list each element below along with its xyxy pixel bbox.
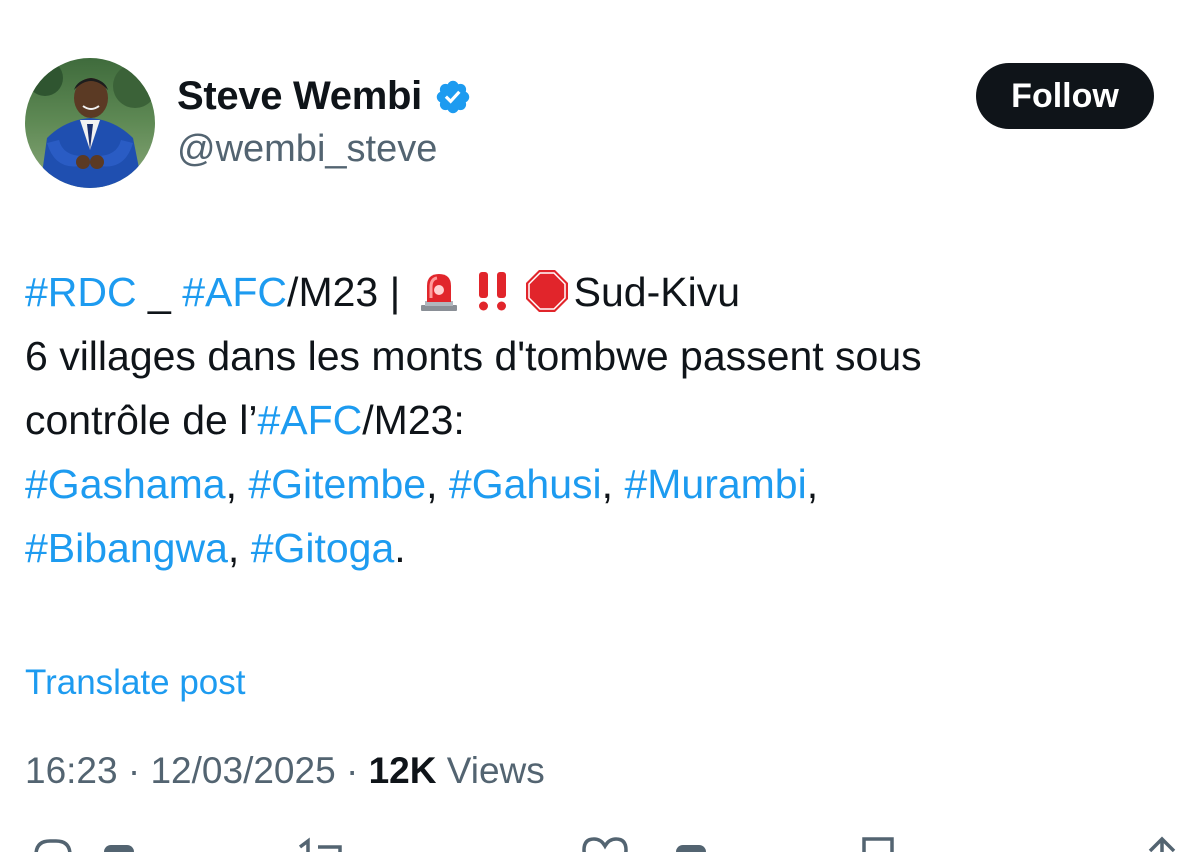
- repost-icon[interactable]: [296, 835, 352, 852]
- share-icon[interactable]: [1140, 835, 1184, 852]
- comma: ,: [601, 461, 625, 507]
- hashtag-rdc[interactable]: #RDC: [25, 269, 137, 315]
- views-label: Views: [436, 750, 545, 791]
- place-sud-kivu: Sud-Kivu: [573, 269, 741, 315]
- text-separator: _: [136, 269, 183, 315]
- hashtag-afc[interactable]: #AFC: [182, 269, 287, 315]
- tweet-meta: 16:23 · 12/03/2025 · 12K Views: [25, 750, 545, 792]
- tweet-time[interactable]: 16:23: [25, 750, 118, 791]
- hashtag-gitembe[interactable]: #Gitembe: [248, 461, 426, 507]
- hashtag-afc-2[interactable]: #AFC: [257, 397, 362, 443]
- author-display-name[interactable]: Steve Wembi: [177, 74, 422, 119]
- translate-post-link[interactable]: Translate post: [25, 663, 245, 703]
- author-handle[interactable]: @wembi_steve: [177, 128, 437, 171]
- hashtag-gashama[interactable]: #Gashama: [25, 461, 226, 507]
- reply-icon[interactable]: [28, 835, 76, 852]
- tweet-text: #RDC _ #AFC/M23 | Sud-Kivu 6 villages da…: [25, 260, 1165, 580]
- comma: ,: [227, 525, 251, 571]
- views-count[interactable]: 12K: [369, 750, 437, 791]
- tweet-line-2: 6 villages dans les monts d'tombwe passe…: [25, 333, 922, 379]
- profile-photo: [25, 58, 155, 188]
- tweet-date[interactable]: 12/03/2025: [150, 750, 335, 791]
- stop-sign-icon: [524, 268, 570, 314]
- tweet-line-4: #Gashama, #Gitembe, #Gahusi, #Murambi,: [25, 452, 1165, 516]
- bookmark-icon[interactable]: [858, 835, 898, 852]
- avatar[interactable]: [25, 58, 155, 188]
- text-controle: contrôle de l’: [25, 397, 258, 443]
- verified-badge-icon: [434, 78, 472, 116]
- rotating-light-icon: [416, 268, 462, 314]
- like-icon[interactable]: [580, 835, 630, 852]
- action-bar: [0, 835, 1200, 852]
- comma: ,: [225, 461, 249, 507]
- author-name[interactable]: Steve Wembi: [177, 74, 472, 119]
- text-m23: /M23 |: [287, 269, 412, 315]
- reply-count-icon: [100, 835, 140, 852]
- hashtag-gahusi[interactable]: #Gahusi: [449, 461, 602, 507]
- hashtag-murambi[interactable]: #Murambi: [624, 461, 806, 507]
- comma: ,: [426, 461, 449, 507]
- tweet-line-1: #RDC _ #AFC/M23 | Sud-Kivu: [25, 260, 1165, 324]
- tweet-line-5: #Bibangwa, #Gitoga.: [25, 516, 1165, 580]
- meta-dot: ·: [117, 750, 151, 791]
- tweet-line-3: contrôle de l’#AFC/M23:: [25, 388, 1165, 452]
- hashtag-gitoga[interactable]: #Gitoga: [251, 525, 395, 571]
- period: .: [394, 525, 406, 571]
- hashtag-bibangwa[interactable]: #Bibangwa: [25, 525, 228, 571]
- text-m23-colon: /M23:: [362, 397, 465, 443]
- like-count-icon: [672, 835, 712, 852]
- comma: ,: [806, 461, 819, 507]
- meta-dot: ·: [335, 750, 369, 791]
- follow-button[interactable]: Follow: [976, 63, 1154, 129]
- double-exclamation-icon: [470, 268, 516, 314]
